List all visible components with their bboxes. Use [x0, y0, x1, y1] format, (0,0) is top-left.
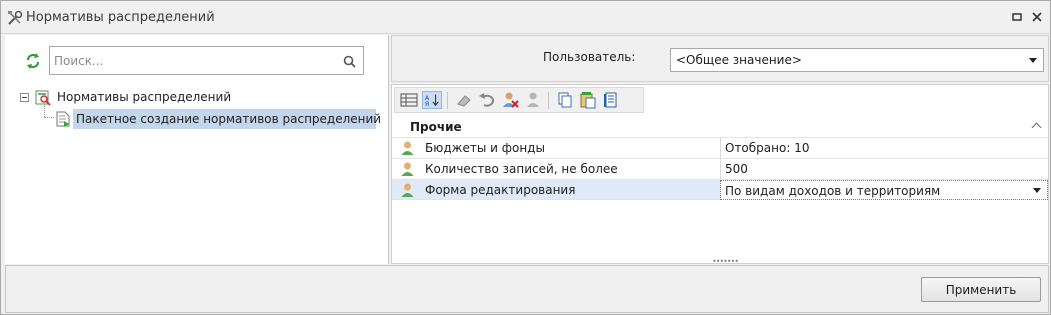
property-grid: A Я Прочие Бюджеты и фонды Отобрано: 10 … — [391, 84, 1049, 266]
property-row-selected[interactable]: Форма редактирования По видам доходов и … — [392, 179, 1048, 200]
property-name: Бюджеты и фонды — [425, 141, 545, 155]
sort-alphabetical-icon[interactable]: A Я — [422, 91, 442, 109]
close-icon[interactable] — [1030, 10, 1044, 24]
property-value-cell[interactable]: Отобрано: 10 — [720, 138, 1048, 158]
copy-icon[interactable] — [555, 91, 575, 109]
user-icon — [401, 162, 414, 176]
eraser-icon[interactable] — [454, 91, 474, 109]
property-value: Отобрано: 10 — [725, 141, 810, 155]
dialog-footer: Применить — [5, 265, 1049, 313]
chevron-down-icon[interactable] — [1029, 58, 1037, 63]
property-row[interactable]: Бюджеты и фонды Отобрано: 10 — [392, 137, 1048, 158]
tree-connector — [44, 105, 45, 117]
search-input[interactable] — [54, 52, 334, 70]
toolbar-separator — [548, 92, 549, 109]
property-name: Форма редактирования — [425, 183, 576, 197]
title-bar: Нормативы распределений — [1, 1, 1050, 34]
tools-icon — [8, 10, 23, 25]
tree-item-label: Пакетное создание нормативов распределен… — [76, 112, 382, 126]
undo-icon[interactable] — [477, 91, 497, 109]
restore-icon[interactable] — [1010, 10, 1024, 24]
paste-icon[interactable] — [578, 91, 598, 109]
tree-item-child[interactable]: Пакетное создание нормативов распределен… — [73, 109, 381, 129]
chevron-down-icon[interactable] — [1033, 188, 1041, 193]
user-select-value: <Общее значение> — [676, 53, 802, 67]
apply-button[interactable]: Применить — [921, 277, 1041, 302]
property-name: Количество записей, не более — [425, 162, 618, 176]
category-header[interactable]: Прочие — [392, 117, 1048, 137]
property-value-cell[interactable]: 500 — [720, 159, 1048, 179]
search-icon[interactable] — [343, 55, 356, 68]
categorized-icon[interactable] — [399, 91, 419, 109]
user-bar: Пользователь: <Общее значение> — [391, 35, 1049, 82]
chevron-up-icon[interactable] — [1031, 122, 1042, 133]
svg-text:Я: Я — [425, 101, 429, 108]
properties-panel: Пользователь: <Общее значение> A Я Прочи… — [391, 35, 1049, 266]
document-go-icon — [56, 111, 70, 127]
notebook-icon[interactable] — [601, 91, 621, 109]
property-row[interactable]: Количество записей, не более 500 — [392, 158, 1048, 179]
property-toolbar: A Я — [394, 87, 644, 113]
tree-item-root[interactable]: Нормативы распределений — [57, 90, 231, 104]
window-title: Нормативы распределений — [26, 10, 215, 25]
user-icon — [401, 183, 414, 197]
report-search-icon — [35, 90, 51, 106]
user-gray-icon[interactable] — [523, 91, 543, 109]
user-delete-icon[interactable] — [500, 91, 520, 109]
tree-connector — [44, 117, 54, 118]
user-label: Пользователь: — [543, 50, 636, 64]
toolbar-separator — [447, 92, 448, 109]
category-label: Прочие — [410, 120, 462, 134]
user-icon — [401, 141, 414, 155]
property-value: 500 — [725, 162, 748, 176]
tree-panel: Нормативы распределений Пакетное создани… — [5, 35, 389, 264]
dialog-window: Нормативы распределений Поиск... Нормати… — [0, 0, 1051, 315]
property-value-dropdown[interactable]: По видам доходов и территориям — [720, 180, 1048, 200]
property-value: По видам доходов и территориям — [725, 184, 941, 198]
refresh-icon[interactable] — [24, 52, 42, 70]
user-select[interactable]: <Общее значение> — [670, 48, 1044, 72]
search-field[interactable] — [49, 46, 364, 75]
tree-collapse-toggle[interactable] — [20, 93, 29, 102]
